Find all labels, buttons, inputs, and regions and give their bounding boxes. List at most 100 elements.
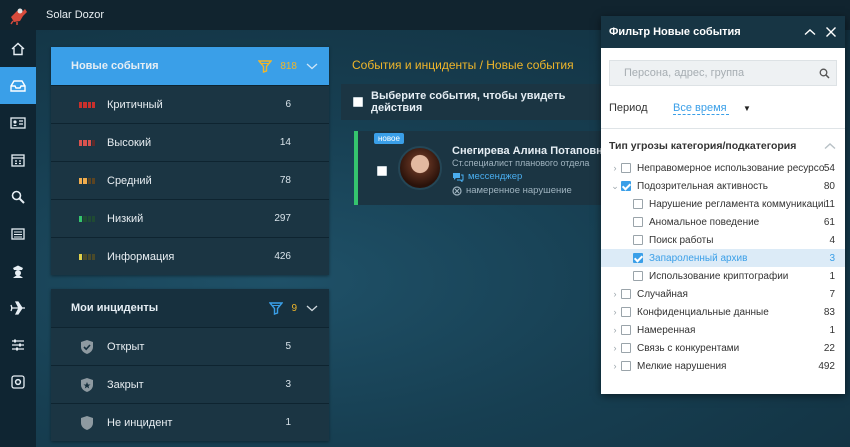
tree-item[interactable]: › Намеренная 1 xyxy=(601,321,845,339)
avatar xyxy=(398,146,442,190)
tree-label: Поиск работы xyxy=(649,234,714,246)
sliders-icon xyxy=(12,339,24,350)
event-violation: намеренное нарушение xyxy=(452,185,572,196)
nav-travel[interactable] xyxy=(0,289,36,326)
search-icon[interactable] xyxy=(819,68,830,79)
tree-count: 4 xyxy=(829,234,835,246)
tree-label: Подозрительная активность xyxy=(637,180,768,192)
tree-checkbox[interactable] xyxy=(633,271,643,281)
severity-row-critical[interactable]: Критичный 6 xyxy=(51,85,329,123)
tree-checkbox[interactable] xyxy=(621,361,631,371)
period-row: Период Все время ▼ xyxy=(609,98,837,118)
new-badge: новое xyxy=(374,133,404,144)
incident-count: 3 xyxy=(285,379,291,390)
tree-item[interactable]: › Мелкие нарушения 492 xyxy=(601,357,845,375)
person-name[interactable]: Снегирева Алина Потаповна xyxy=(452,145,609,157)
chevron-up-icon[interactable] xyxy=(803,27,817,37)
police-icon xyxy=(13,265,23,278)
tree-subitem[interactable]: Использование криптографии 1 xyxy=(601,267,845,285)
severity-low-icon xyxy=(79,215,95,222)
close-icon[interactable] xyxy=(825,26,837,38)
nav-home[interactable] xyxy=(0,30,36,67)
expand-arrow-icon[interactable]: › xyxy=(609,343,621,353)
tree-checkbox[interactable] xyxy=(633,253,643,263)
tree-subitem[interactable]: Поиск работы 4 xyxy=(601,231,845,249)
tree-item[interactable]: › Случайная 7 xyxy=(601,285,845,303)
expand-arrow-icon[interactable]: › xyxy=(609,163,621,173)
tree-label: Неправомерное использование ресурсов xyxy=(637,162,824,174)
tree-checkbox[interactable] xyxy=(621,181,631,191)
chat-icon xyxy=(453,172,464,182)
tree-checkbox[interactable] xyxy=(621,289,631,299)
nav-calendar[interactable] xyxy=(0,141,36,178)
severity-row-high[interactable]: Высокий 14 xyxy=(51,123,329,161)
severity-row-medium[interactable]: Средний 78 xyxy=(51,161,329,199)
threat-type-tree: › Неправомерное использование ресурсов 5… xyxy=(601,159,845,375)
tree-checkbox[interactable] xyxy=(633,199,643,209)
shield-icon xyxy=(81,415,93,430)
tree-item[interactable]: › Связь с конкурентами 22 xyxy=(601,339,845,357)
nav-search[interactable] xyxy=(0,178,36,215)
incident-row-closed[interactable]: Закрыт 3 xyxy=(51,365,329,403)
expand-arrow-icon[interactable]: › xyxy=(609,307,621,317)
my-incidents-panel: Мои инциденты 9 Открыт 5 Закрыт 3 Не инц… xyxy=(51,289,329,441)
nav-inbox[interactable] xyxy=(0,67,36,104)
expand-arrow-icon[interactable]: › xyxy=(609,325,621,335)
tree-checkbox[interactable] xyxy=(621,307,631,317)
new-events-header[interactable]: Новые события 818 xyxy=(51,47,329,85)
filter-search-input[interactable] xyxy=(624,67,814,79)
tree-subitem[interactable]: Нарушение регламента коммуникаций 11 xyxy=(601,195,845,213)
tree-label: Нарушение регламента коммуникаций xyxy=(649,198,825,210)
tree-checkbox[interactable] xyxy=(621,343,631,353)
my-incidents-header[interactable]: Мои инциденты 9 xyxy=(51,289,329,327)
inbox-icon xyxy=(10,79,26,92)
caret-down-icon[interactable]: ▼ xyxy=(743,104,751,113)
list-icon xyxy=(11,227,25,240)
new-events-count: 818 xyxy=(280,60,297,72)
tree-checkbox[interactable] xyxy=(633,235,643,245)
select-all-checkbox[interactable] xyxy=(353,97,363,107)
tree-item[interactable]: › Неправомерное использование ресурсов 5… xyxy=(601,159,845,177)
chevron-down-icon[interactable] xyxy=(305,61,319,71)
incident-label: Не инцидент xyxy=(107,416,173,429)
tree-item[interactable]: › Конфиденциальные данные 83 xyxy=(601,303,845,321)
tree-checkbox[interactable] xyxy=(621,325,631,335)
expand-arrow-icon[interactable]: › xyxy=(609,289,621,299)
tree-subitem-selected[interactable]: Запароленный архив 3 xyxy=(601,249,845,267)
tree-count: 7 xyxy=(829,288,835,300)
tree-subitem[interactable]: Аномальное поведение 61 xyxy=(601,213,845,231)
severity-count: 426 xyxy=(274,251,291,262)
period-select[interactable]: Все время xyxy=(673,102,729,115)
incident-row-open[interactable]: Открыт 5 xyxy=(51,327,329,365)
tree-checkbox[interactable] xyxy=(621,163,631,173)
id-card-icon xyxy=(10,116,26,129)
tree-checkbox[interactable] xyxy=(633,217,643,227)
incident-row-not-incident[interactable]: Не инцидент 1 xyxy=(51,403,329,441)
nav-settings[interactable] xyxy=(0,363,36,400)
expand-arrow-icon[interactable]: › xyxy=(609,361,621,371)
event-card[interactable]: новое Снегирева Алина Потаповна Ст.специ… xyxy=(354,131,609,205)
filter-icon[interactable] xyxy=(258,59,273,73)
event-checkbox[interactable] xyxy=(377,166,387,176)
nav-police[interactable] xyxy=(0,252,36,289)
tree-count: 54 xyxy=(823,162,835,174)
tree-item[interactable]: ⌄ Подозрительная активность 80 xyxy=(601,177,845,195)
tree-count: 80 xyxy=(823,180,835,192)
tree-count: 83 xyxy=(823,306,835,318)
filter-icon[interactable] xyxy=(269,301,284,315)
nav-persons[interactable] xyxy=(0,104,36,141)
app-logo[interactable] xyxy=(0,0,36,30)
chevron-down-icon[interactable] xyxy=(305,303,319,313)
filter-title: Фильтр Новые события xyxy=(609,26,741,38)
severity-row-low[interactable]: Низкий 297 xyxy=(51,199,329,237)
shield-check-icon xyxy=(81,339,93,354)
threat-type-group-header[interactable]: Тип угрозы категория/подкатегория xyxy=(609,135,837,157)
chevron-up-icon[interactable] xyxy=(823,141,837,151)
tree-label: Конфиденциальные данные xyxy=(637,306,769,318)
nav-list[interactable] xyxy=(0,215,36,252)
logo-icon xyxy=(10,8,27,25)
severity-count: 297 xyxy=(274,213,291,224)
nav-settings-sliders[interactable] xyxy=(0,326,36,363)
severity-row-info[interactable]: Информация 426 xyxy=(51,237,329,275)
collapse-arrow-icon[interactable]: ⌄ xyxy=(609,181,621,192)
